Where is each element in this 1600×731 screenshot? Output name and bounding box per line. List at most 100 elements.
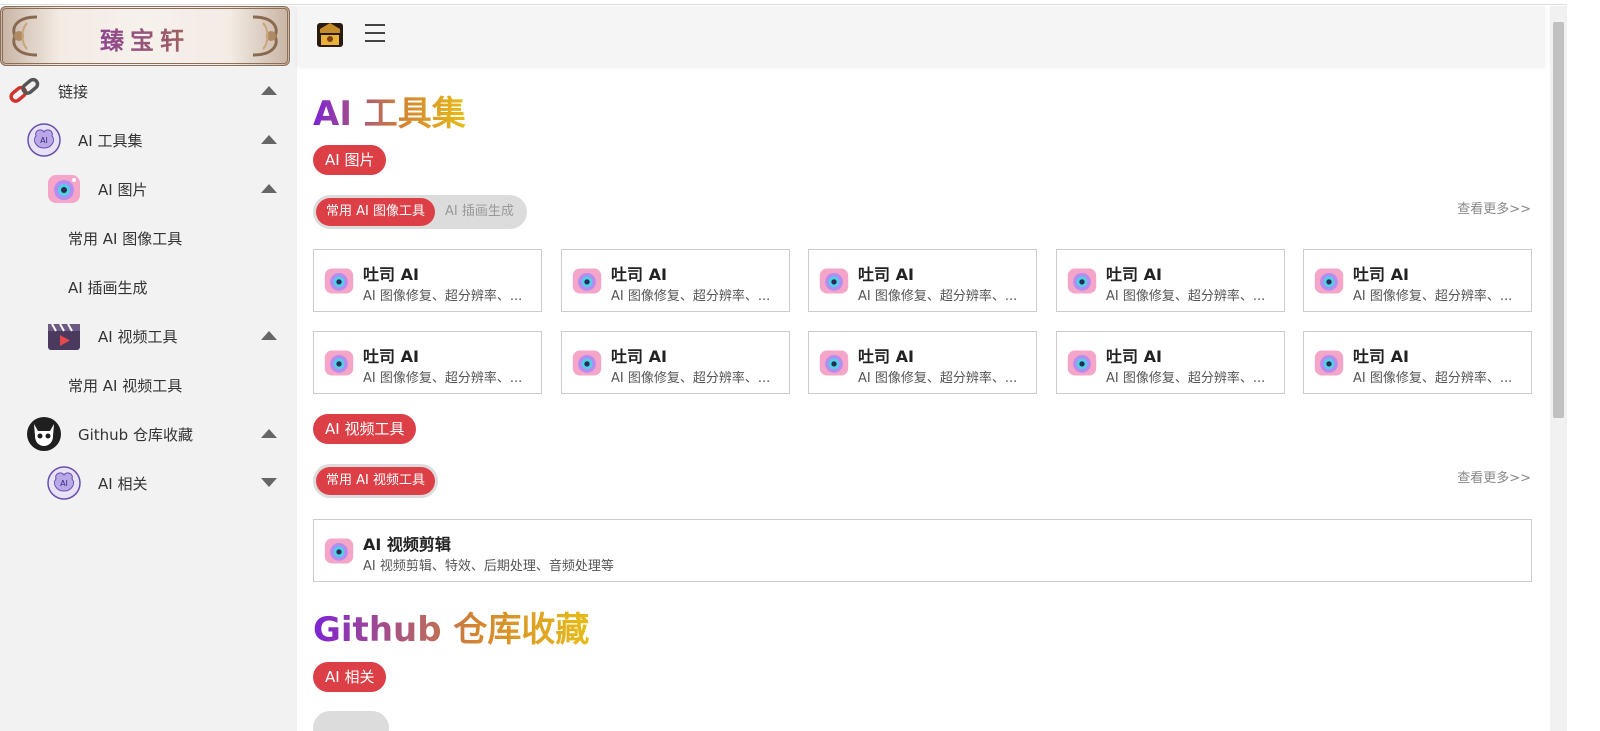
camera-icon <box>819 350 849 376</box>
camera-icon <box>1314 350 1344 376</box>
tool-card[interactable]: 吐司 AI AI 图像修复、超分辨率、... <box>1056 249 1285 312</box>
sidebar-item-ai-images[interactable]: AI 图片 <box>0 164 297 213</box>
tool-card[interactable]: 吐司 AI AI 图像修复、超分辨率、... <box>313 331 542 394</box>
sidebar-item-label: Github 仓库收藏 <box>78 426 193 444</box>
sidebar-item-common-ai-video-tools[interactable]: 常用 AI 视频工具 <box>0 360 297 409</box>
sidebar-item-common-ai-image-tools[interactable]: 常用 AI 图像工具 <box>0 213 297 262</box>
camera-icon <box>324 538 354 564</box>
ai-brain-icon: AI <box>27 123 61 157</box>
sidebar-item-label: AI 图片 <box>98 181 148 199</box>
tab-group: 常用 AI 图像工具 AI 插画生成 <box>313 195 527 229</box>
brand-name: 臻宝轩 <box>3 21 287 56</box>
svg-text:AI: AI <box>60 479 68 488</box>
right-gutter <box>1567 0 1600 731</box>
card-title: 吐司 AI <box>1106 265 1162 284</box>
card-title: 吐司 AI <box>1353 265 1409 284</box>
tab-group: 常用 AI 视频工具 <box>313 464 438 498</box>
card-title: 吐司 AI <box>611 265 667 284</box>
section-title: Github 仓库收藏 <box>313 602 589 651</box>
card-description: AI 图像修复、超分辨率、... <box>1353 371 1513 386</box>
brand-logo[interactable]: 臻宝轩 <box>0 6 290 66</box>
sidebar-item-label: AI 插画生成 <box>68 279 148 297</box>
tool-card[interactable]: AI 视频剪辑 AI 视频剪辑、特效、后期处理、音频处理等 <box>313 519 1532 582</box>
ai-brain-icon: AI <box>47 466 81 500</box>
video-clapper-icon <box>48 323 80 350</box>
tool-card[interactable]: 吐司 AI AI 图像修复、超分辨率、... <box>1056 331 1285 394</box>
view-more-link[interactable]: 查看更多>> <box>1457 467 1531 486</box>
category-pill-ai-related[interactable]: AI 相关 <box>313 662 387 692</box>
sidebar: 臻宝轩 链接 AI AI 工具集 AI 图片 常用 AI 图像工具 AI 插画生… <box>0 6 297 731</box>
tool-card[interactable]: 吐司 AI AI 图像修复、超分辨率、... <box>561 331 790 394</box>
chevron-up-icon[interactable] <box>261 184 277 193</box>
card-title: 吐司 AI <box>611 347 667 366</box>
ornament-icon <box>252 15 278 57</box>
top-header <box>297 6 1545 66</box>
card-title: AI 视频剪辑 <box>363 535 451 554</box>
tool-card[interactable]: 吐司 AI AI 图像修复、超分辨率、... <box>313 249 542 312</box>
sidebar-item-ai-video-tools[interactable]: AI 视频工具 <box>0 311 297 360</box>
tool-card[interactable]: 吐司 AI AI 图像修复、超分辨率、... <box>561 249 790 312</box>
card-description: AI 图像修复、超分辨率、... <box>1353 289 1513 304</box>
camera-icon <box>1314 268 1344 294</box>
sidebar-item-label: AI 视频工具 <box>98 328 178 346</box>
tab-ai-illustration[interactable]: AI 插画生成 <box>435 198 524 226</box>
chevron-down-icon[interactable] <box>261 478 277 487</box>
camera-icon <box>572 350 602 376</box>
card-title: 吐司 AI <box>363 347 419 366</box>
sidebar-item-ai-tools[interactable]: AI AI 工具集 <box>0 115 297 164</box>
sidebar-item-ai-illustration[interactable]: AI 插画生成 <box>0 262 297 311</box>
category-pill-ai-images[interactable]: AI 图片 <box>313 145 387 175</box>
card-description: AI 图像修复、超分辨率、... <box>858 289 1018 304</box>
card-title: 吐司 AI <box>1106 347 1162 366</box>
card-title: 吐司 AI <box>363 265 419 284</box>
chevron-up-icon[interactable] <box>261 135 277 144</box>
tab-common-ai-image-tools[interactable]: 常用 AI 图像工具 <box>316 198 435 226</box>
sidebar-item-label: 常用 AI 图像工具 <box>68 230 183 248</box>
chevron-up-icon[interactable] <box>261 86 277 95</box>
category-pill-ai-video[interactable]: AI 视频工具 <box>313 414 417 444</box>
camera-icon <box>324 268 354 294</box>
sidebar-item-label: AI 工具集 <box>78 132 143 150</box>
sidebar-item-label: AI 相关 <box>98 475 148 493</box>
card-description: AI 图像修复、超分辨率、... <box>363 371 523 386</box>
github-cat-icon <box>27 417 61 451</box>
tab-common-ai-video-tools[interactable]: 常用 AI 视频工具 <box>316 467 435 495</box>
sidebar-item-ai-related[interactable]: AI AI 相关 <box>0 458 297 507</box>
sidebar-item-github-favorites[interactable]: Github 仓库收藏 <box>0 409 297 458</box>
card-description: AI 图像修复、超分辨率、... <box>363 289 523 304</box>
camera-icon <box>819 268 849 294</box>
card-description: AI 图像修复、超分辨率、... <box>1106 371 1266 386</box>
chevron-up-icon[interactable] <box>261 331 277 340</box>
scrollbar-thumb[interactable] <box>1553 22 1564 418</box>
hamburger-menu-icon[interactable] <box>365 24 385 44</box>
sidebar-item-label: 链接 <box>58 83 89 101</box>
app-logo-icon[interactable] <box>315 19 345 49</box>
card-title: 吐司 AI <box>1353 347 1409 366</box>
sidebar-item-label: 常用 AI 视频工具 <box>68 377 183 395</box>
tool-card[interactable]: 吐司 AI AI 图像修复、超分辨率、... <box>808 249 1037 312</box>
tab-group-partial <box>313 711 389 731</box>
top-strip <box>0 0 1600 5</box>
camera-icon <box>1067 350 1097 376</box>
sidebar-item-links[interactable]: 链接 <box>0 66 297 115</box>
section-title: AI 工具集 <box>313 86 466 135</box>
chain-icon <box>9 77 40 103</box>
camera-icon <box>572 268 602 294</box>
card-description: AI 图像修复、超分辨率、... <box>858 371 1018 386</box>
card-description: AI 图像修复、超分辨率、... <box>611 371 771 386</box>
main-content: AI 工具集 AI 图片 常用 AI 图像工具 AI 插画生成 查看更多>> 吐… <box>297 66 1545 731</box>
camera-icon <box>1067 268 1097 294</box>
card-title: 吐司 AI <box>858 347 914 366</box>
tool-card[interactable]: 吐司 AI AI 图像修复、超分辨率、... <box>1303 249 1532 312</box>
card-title: 吐司 AI <box>858 265 914 284</box>
camera-icon <box>324 350 354 376</box>
scrollbar[interactable] <box>1550 6 1567 731</box>
card-description: AI 图像修复、超分辨率、... <box>611 289 771 304</box>
view-more-link[interactable]: 查看更多>> <box>1457 198 1531 217</box>
svg-text:AI: AI <box>40 136 48 145</box>
tool-card[interactable]: 吐司 AI AI 图像修复、超分辨率、... <box>808 331 1037 394</box>
tool-card[interactable]: 吐司 AI AI 图像修复、超分辨率、... <box>1303 331 1532 394</box>
camera-icon <box>48 175 80 203</box>
card-description: AI 图像修复、超分辨率、... <box>1106 289 1266 304</box>
chevron-up-icon[interactable] <box>261 429 277 438</box>
